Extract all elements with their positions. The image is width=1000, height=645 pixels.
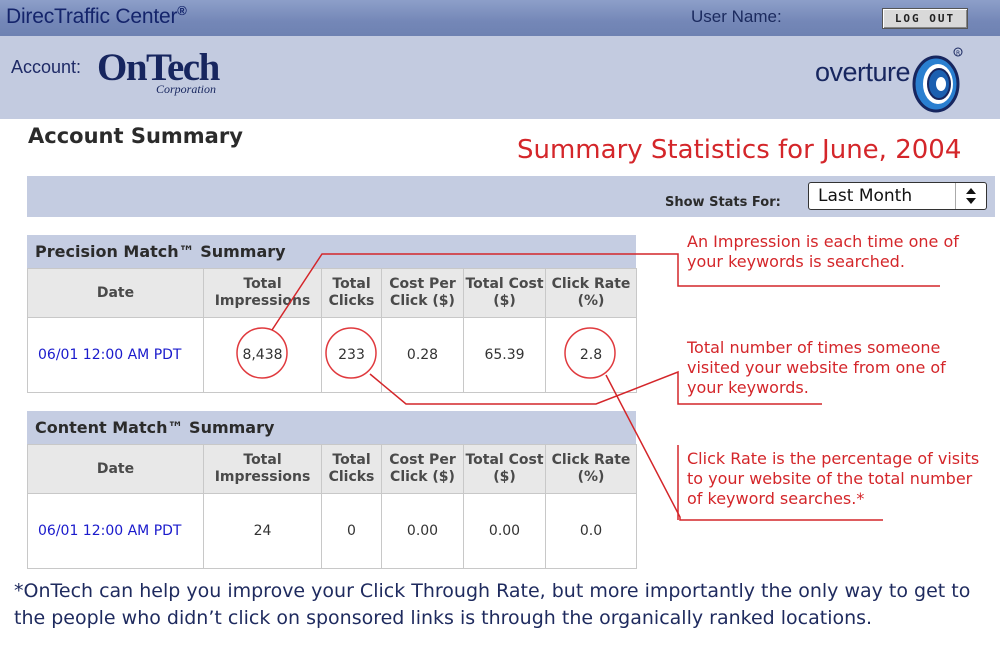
impressions-value: 24 [203,493,322,569]
footnote: *OnTech can help you improve your Click … [14,580,971,629]
page-title: Account Summary [28,124,243,148]
content-match-header: Content Match™ Summary [27,411,636,444]
select-arrows-icon [955,183,986,209]
click-rate-note: Click Rate is the percentage of visits t… [687,449,980,508]
ontech-logo-subtitle: Corporation [156,82,217,96]
rate-value: 2.8 [545,317,637,393]
overture-logo-text: overture [815,57,911,87]
precision-match-header: Precision Match™ Summary [27,235,636,268]
clicks-note: Total number of times someone visited yo… [687,338,946,397]
content-match-table: Date Total Impressions Total Clicks Cost… [27,444,637,569]
overture-logo-icon: R [912,47,963,113]
user-name-label: User Name: [691,7,782,26]
col-header-cost: Total Cost ($) [463,444,546,494]
col-header-date: Date [27,444,204,494]
cpc-value: 0.28 [381,317,464,393]
cost-value: 65.39 [463,317,546,393]
impression-note: An Impression is each time one of your k… [687,232,959,271]
rate-value: 0.0 [545,493,637,569]
col-header-rate: Click Rate (%) [545,444,637,494]
date-link[interactable]: 06/01 12:00 AM PDT [27,493,204,569]
clicks-value: 233 [321,317,382,393]
table-row: 06/01 12:00 AM PDT 24 0 0.00 0.00 0.0 [27,493,637,569]
col-header-cpc: Cost Per Click ($) [381,444,464,494]
clicks-value: 0 [321,493,382,569]
app-title: DirecTraffic Center® [6,3,187,28]
col-header-cost: Total Cost ($) [463,268,546,318]
cpc-value: 0.00 [381,493,464,569]
date-link[interactable]: 06/01 12:00 AM PDT [27,317,204,393]
show-stats-label: Show Stats For: [665,195,781,210]
col-header-date: Date [27,268,204,318]
col-header-clicks: Total Clicks [321,444,382,494]
summary-headline: Summary Statistics for June, 2004 [517,135,962,165]
col-header-rate: Click Rate (%) [545,268,637,318]
col-header-clicks: Total Clicks [321,268,382,318]
table-row: 06/01 12:00 AM PDT 8,438 233 0.28 65.39 … [27,317,637,393]
logout-button[interactable]: LOG OUT [882,8,968,29]
account-label: Account: [11,57,82,77]
col-header-impressions: Total Impressions [203,268,322,318]
cost-value: 0.00 [463,493,546,569]
col-header-impressions: Total Impressions [203,444,322,494]
period-select-value: Last Month [818,186,913,206]
precision-match-table: Date Total Impressions Total Clicks Cost… [27,268,637,393]
svg-text:R: R [956,50,960,57]
col-header-cpc: Cost Per Click ($) [381,268,464,318]
impressions-value: 8,438 [203,317,322,393]
